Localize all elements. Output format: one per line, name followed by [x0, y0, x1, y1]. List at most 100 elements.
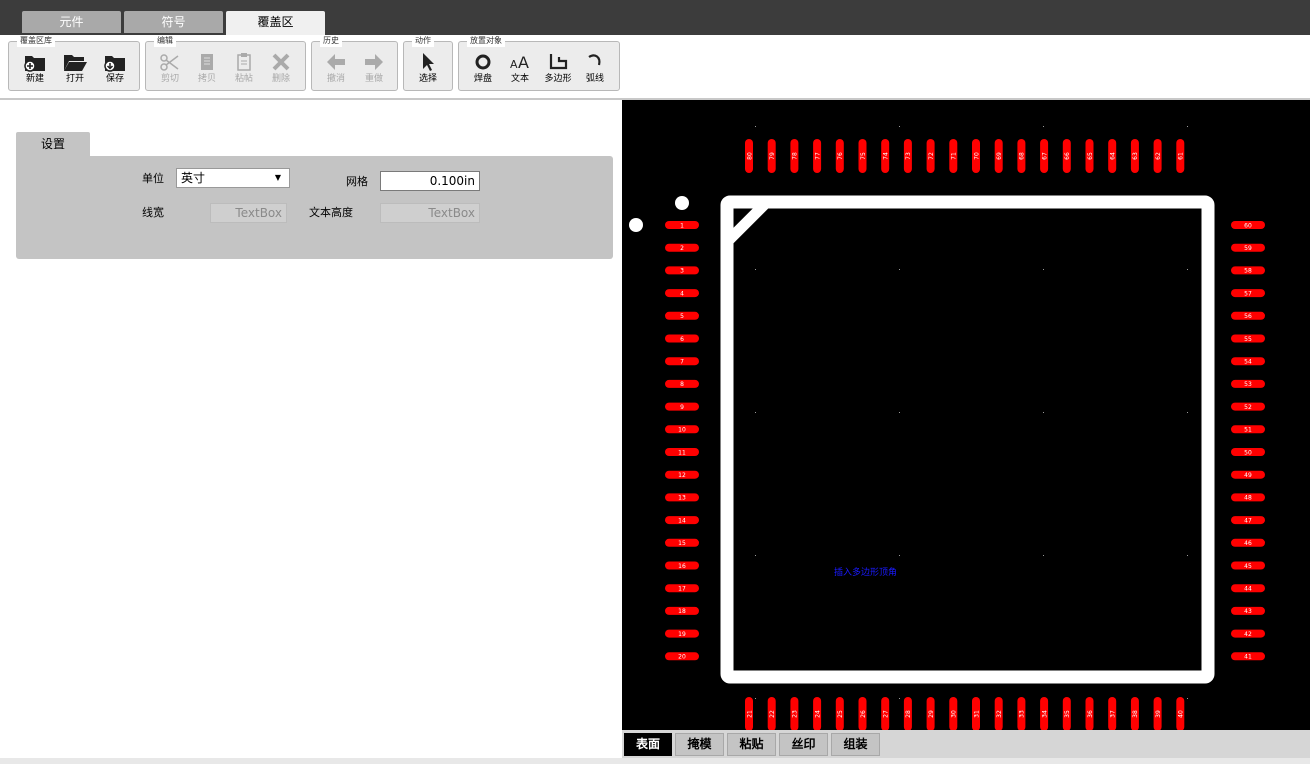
pad-number: 9 — [680, 404, 684, 411]
pad-bottom-38: 38 — [1130, 697, 1139, 731]
pad-number: 77 — [814, 152, 821, 160]
pad-left-12: 12 — [665, 470, 699, 479]
pad-button[interactable]: 焊盘 — [464, 51, 502, 89]
pad-number: 43 — [1244, 608, 1252, 615]
redo-label: 重做 — [364, 74, 383, 84]
pad-right-48: 48 — [1231, 493, 1265, 502]
pad-left-16: 16 — [665, 561, 699, 570]
select-button[interactable]: 选择 — [409, 51, 447, 89]
arc-button[interactable]: 弧线 — [576, 51, 614, 89]
pad-bottom-21: 21 — [745, 697, 753, 731]
tab-component[interactable]: 元件 — [22, 11, 121, 33]
delete-label: 删除 — [271, 74, 290, 84]
pad-number: 36 — [1087, 710, 1094, 718]
pin1-marker-left — [629, 218, 643, 232]
text-height-input[interactable]: TextBox — [380, 203, 480, 223]
line-width-input[interactable]: TextBox — [210, 203, 287, 223]
pad-number: 79 — [769, 152, 776, 160]
pad-right-57: 57 — [1231, 289, 1265, 297]
delete-button[interactable]: 删除 — [262, 51, 300, 89]
pad-number: 6 — [680, 336, 684, 343]
copy-icon — [201, 54, 213, 70]
grid-label: 网格 — [346, 175, 368, 188]
svg-text:A: A — [518, 53, 529, 72]
component-outline — [720, 195, 1215, 684]
tab-layer-silkscreen[interactable]: 丝印 — [779, 733, 828, 756]
tab-footprint[interactable]: 覆盖区 — [226, 11, 325, 35]
pad-number: 33 — [1019, 710, 1026, 718]
pad-number: 57 — [1244, 290, 1252, 297]
grid-input[interactable]: 0.100in — [380, 171, 480, 191]
polygon-button[interactable]: 多边形 — [539, 51, 577, 89]
pad-number: 21 — [746, 710, 753, 718]
pad-number: 64 — [1110, 152, 1117, 160]
text-aa-icon: AA — [510, 53, 529, 72]
pad-label: 焊盘 — [473, 74, 492, 84]
pad-top-78: 78 — [790, 139, 799, 173]
pad-left-15: 15 — [665, 538, 699, 547]
footprint-canvas[interactable]: 1 2 3 4 5 6 7 8 9 10 11 12 13 14 15 16 17 18 19 20 60 59 58 57 5… — [622, 100, 1310, 731]
pad-top-69: 69 — [994, 139, 1003, 173]
pad-number: 13 — [678, 495, 686, 502]
tab-layer-mask[interactable]: 掩模 — [675, 733, 724, 756]
arrow-left-icon — [327, 54, 345, 70]
pad-right-50: 50 — [1231, 448, 1265, 456]
pad-number: 28 — [905, 710, 912, 718]
redo-button[interactable]: 重做 — [355, 51, 393, 89]
text-button[interactable]: AA 文本 — [501, 51, 539, 89]
polygon-label: 多边形 — [544, 74, 572, 84]
footprint-drawing[interactable]: 1234567891011121314151617181920605958575… — [622, 100, 1310, 731]
pad-number: 11 — [678, 449, 686, 456]
text-label: 文本 — [510, 74, 529, 84]
new-button[interactable]: 新建 — [16, 51, 54, 89]
group-history: 历史 撤消 重做 — [311, 35, 398, 91]
tab-layer-paste[interactable]: 粘贴 — [727, 733, 776, 756]
pad-number: 46 — [1244, 540, 1252, 547]
pad-left-14: 14 — [665, 516, 699, 524]
pad-number: 61 — [1178, 152, 1185, 160]
tab-settings[interactable]: 设置 — [16, 132, 90, 156]
pad-left-13: 13 — [665, 493, 699, 502]
pad-left-5: 5 — [665, 311, 699, 320]
pad-number: 47 — [1244, 517, 1252, 524]
pad-top-70: 70 — [972, 139, 980, 173]
tab-layer-surface[interactable]: 表面 — [624, 733, 672, 756]
pad-bottom-40: 40 — [1176, 697, 1185, 731]
pad-bottom-34: 34 — [1040, 697, 1048, 731]
copy-label: 拷贝 — [197, 74, 216, 84]
pad-top-74: 74 — [881, 139, 890, 173]
undo-button[interactable]: 撤消 — [317, 51, 355, 89]
pad-left-2: 2 — [665, 243, 699, 252]
cut-button[interactable]: 剪切 — [151, 51, 189, 89]
pad-right-59: 59 — [1231, 243, 1265, 252]
pad-number: 3 — [680, 268, 684, 275]
pad-number: 74 — [883, 152, 890, 160]
pad-number: 71 — [951, 152, 958, 160]
pad-bottom-23: 23 — [790, 697, 799, 731]
pad-top-63: 63 — [1130, 139, 1139, 173]
arrow-right-icon — [365, 54, 383, 70]
pad-right-46: 46 — [1231, 538, 1265, 547]
tab-symbol[interactable]: 符号 — [124, 11, 223, 33]
pad-number: 40 — [1178, 710, 1185, 718]
copy-button[interactable]: 拷贝 — [188, 51, 226, 89]
pad-left-10: 10 — [665, 425, 699, 434]
pad-right-41: 41 — [1231, 652, 1265, 661]
pad-right-44: 44 — [1231, 584, 1265, 593]
unit-value: 英寸 — [181, 171, 206, 185]
tab-layer-assembly[interactable]: 组装 — [831, 733, 880, 756]
unit-select[interactable]: 英寸 ▼ — [176, 168, 290, 188]
pad-right-55: 55 — [1231, 334, 1265, 343]
pad-top-72: 72 — [926, 139, 935, 173]
pad-group: 1234567891011121314151617181920605958575… — [665, 139, 1265, 731]
settings-panel: 单位 英寸 ▼ 网格 0.100in 线宽 TextBox 文本高度 TextB… — [16, 156, 613, 259]
open-button[interactable]: 打开 — [56, 51, 94, 89]
pad-number: 5 — [680, 313, 684, 320]
save-button[interactable]: 保存 — [96, 51, 134, 89]
paste-button[interactable]: 粘帖 — [225, 51, 263, 89]
pad-top-62: 62 — [1153, 139, 1162, 173]
pad-number: 34 — [1041, 710, 1048, 718]
pad-number: 53 — [1244, 381, 1252, 388]
pad-number: 23 — [792, 710, 799, 718]
grid-dots — [755, 126, 1188, 699]
